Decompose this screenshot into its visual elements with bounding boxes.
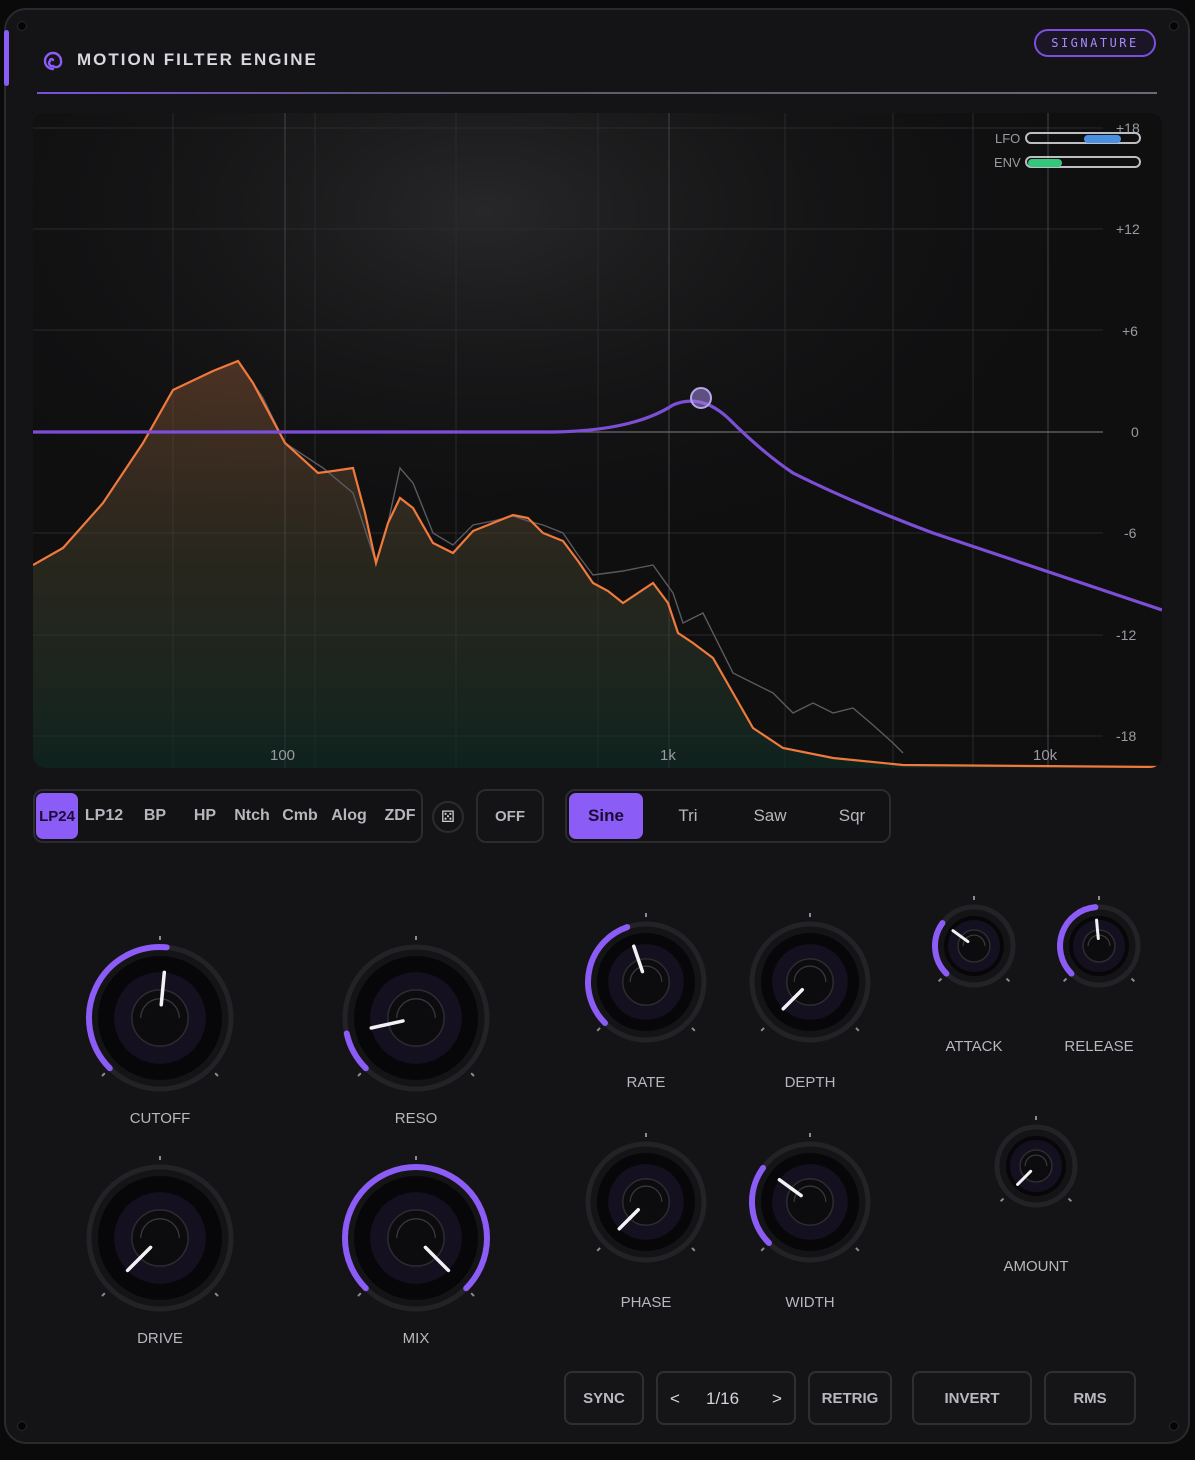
env-meter-fill (1028, 159, 1062, 167)
cutoff-label: CUTOFF (129, 1110, 191, 1127)
width-knob[interactable] (737, 1129, 883, 1275)
knob-tick (470, 1292, 475, 1297)
screw (18, 22, 26, 30)
knob-tick (214, 1072, 219, 1077)
depth-knob[interactable] (737, 909, 883, 1055)
env-meter (1025, 156, 1141, 168)
filter-type-selector: LP24 LP12 BP HP Ntch Cmb Alog ZDF (33, 789, 423, 843)
knob-tick (101, 1072, 106, 1077)
lfo-meter-fill (1084, 135, 1121, 143)
db-label: +6 (1122, 323, 1138, 339)
drive-knob[interactable] (74, 1152, 246, 1324)
knob-tick (999, 1197, 1005, 1203)
reso-knob[interactable] (330, 932, 502, 1104)
filter-type-hp[interactable]: HP (185, 793, 225, 839)
division-stepper: < 1/16 > (656, 1371, 796, 1425)
knob-pointer (1095, 918, 1100, 940)
phase-knob[interactable] (573, 1129, 719, 1275)
division-prev-button[interactable]: < (670, 1389, 680, 1409)
db-label: -12 (1116, 627, 1137, 643)
width-label: WIDTH (785, 1294, 835, 1311)
knob-tick (1005, 977, 1011, 983)
attack-knob[interactable] (920, 892, 1028, 1000)
knob-tick (1067, 1197, 1073, 1203)
plugin-title: MOTION FILTER ENGINE (77, 50, 318, 69)
release-knob[interactable] (1045, 892, 1153, 1000)
rms-button[interactable]: RMS (1044, 1371, 1136, 1425)
lfo-shape-sine[interactable]: Sine (569, 793, 643, 839)
knob-tick (760, 1247, 765, 1252)
division-value: 1/16 (706, 1389, 740, 1408)
db-label: +12 (1116, 221, 1140, 237)
filter-response-graph[interactable]: +18 +12 +6 0 -6 -12 -18 100 1k 10k LFO E… (33, 113, 1162, 768)
lfo-meter-label: LFO (995, 131, 1021, 146)
filter-type-notch[interactable]: Ntch (231, 793, 273, 839)
knob-tick (855, 1247, 860, 1252)
screw (18, 1422, 26, 1430)
knob-tick (1062, 977, 1068, 983)
knob-tick (691, 1027, 696, 1032)
knob-tick (596, 1247, 601, 1252)
mix-knob[interactable] (330, 1152, 502, 1324)
cutoff-knob[interactable] (74, 932, 246, 1104)
knob-tick (357, 1072, 362, 1077)
drive-label: DRIVE (137, 1330, 183, 1347)
lfo-meter (1025, 132, 1141, 144)
knob-tick (937, 977, 943, 983)
sync-button[interactable]: SYNC (564, 1371, 644, 1425)
reso-label: RESO (394, 1110, 438, 1127)
screw (1170, 1422, 1178, 1430)
lfo-shape-sqr[interactable]: Sqr (815, 793, 889, 839)
retrig-button[interactable]: RETRIG (808, 1371, 892, 1425)
attack-label: ATTACK (945, 1038, 1003, 1055)
filter-type-lp12[interactable]: LP12 (81, 793, 127, 839)
accent-bar (4, 30, 9, 86)
invert-button[interactable]: INVERT (912, 1371, 1032, 1425)
division-next-button[interactable]: > (772, 1389, 782, 1409)
filter-type-comb[interactable]: Cmb (279, 793, 321, 839)
amount-label: AMOUNT (1003, 1258, 1069, 1275)
depth-label: DEPTH (784, 1074, 836, 1091)
filter-type-lp24[interactable]: LP24 (36, 793, 78, 839)
randomize-dice-icon[interactable]: ⚄ (432, 801, 464, 833)
db-label: -18 (1116, 728, 1137, 744)
mix-label: MIX (402, 1330, 430, 1347)
lfo-shape-selector: Sine Tri Saw Sqr (565, 789, 891, 843)
lfo-shape-tri[interactable]: Tri (651, 793, 725, 839)
rate-label: RATE (626, 1074, 666, 1091)
off-button[interactable]: OFF (476, 789, 544, 843)
knob-tick (596, 1027, 601, 1032)
phase-label: PHASE (620, 1294, 672, 1311)
filter-type-zdf[interactable]: ZDF (379, 793, 421, 839)
knob-tick (1130, 977, 1136, 983)
response-plot (33, 113, 1162, 768)
db-label: 0 (1131, 424, 1139, 440)
knob-tick (357, 1292, 362, 1297)
rate-knob[interactable] (573, 909, 719, 1055)
db-label: -6 (1124, 525, 1137, 541)
freq-label: 100 (270, 747, 296, 764)
signature-badge[interactable]: SIGNATURE (1034, 29, 1156, 57)
freq-label: 1k (660, 747, 676, 764)
knob-tick (691, 1247, 696, 1252)
env-meter-label: ENV (994, 155, 1021, 170)
amount-knob[interactable] (982, 1112, 1090, 1220)
screw (1170, 22, 1178, 30)
knob-tick (470, 1072, 475, 1077)
knob-tick (760, 1027, 765, 1032)
knob-tick (855, 1027, 860, 1032)
filter-type-bp[interactable]: BP (135, 793, 175, 839)
header-divider (37, 92, 1157, 94)
freq-label: 10k (1033, 747, 1058, 764)
filter-type-analog[interactable]: Alog (327, 793, 371, 839)
lfo-shape-saw[interactable]: Saw (733, 793, 807, 839)
spiral-logo-icon (43, 51, 63, 71)
knob-tick (101, 1292, 106, 1297)
release-label: RELEASE (1064, 1038, 1134, 1055)
knob-tick (214, 1292, 219, 1297)
